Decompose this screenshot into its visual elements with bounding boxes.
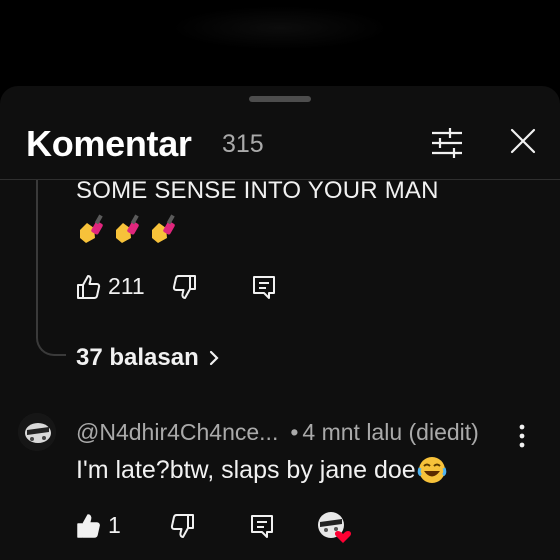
nail-polish-emoji-icon	[80, 214, 103, 243]
laughing-emoji-icon	[417, 457, 446, 483]
meta-separator: •	[290, 419, 299, 445]
comments-sheet: Komentar 315 SOME SENSE INTO YOUR MAN 21…	[0, 86, 560, 560]
comment-dislike-button[interactable]	[169, 513, 195, 539]
thumbs-up-icon	[77, 274, 101, 299]
close-icon[interactable]	[508, 126, 538, 156]
reply-dislike-button[interactable]	[171, 274, 197, 300]
more-options-icon[interactable]	[512, 422, 532, 450]
video-player-area	[0, 0, 560, 86]
creator-heart-icon	[318, 512, 352, 543]
reply-text: SOME SENSE INTO YOUR MAN	[76, 177, 439, 204]
comment-author[interactable]: @N4dhir4Ch4nce...	[76, 419, 278, 445]
view-replies-link[interactable]: 37 balasan	[76, 344, 221, 372]
comment-body: I'm late?btw, slaps by jane doe	[76, 455, 416, 484]
nail-polish-emoji-icon	[116, 214, 139, 243]
thumbs-up-filled-icon	[77, 513, 100, 538]
comment-like-button[interactable]: 1	[76, 512, 121, 539]
filter-icon[interactable]	[430, 126, 464, 160]
drag-handle[interactable]	[249, 96, 311, 102]
comments-title: Komentar	[26, 123, 192, 164]
chevron-right-icon	[209, 350, 219, 366]
comment-text: I'm late?btw, slaps by jane doe	[76, 455, 447, 485]
comment-reply-button[interactable]	[249, 513, 275, 539]
comment-actions: 1	[76, 512, 275, 539]
reply-actions: 211	[76, 273, 277, 300]
view-replies-label: 37 balasan	[76, 344, 199, 371]
reply-emoji-row	[76, 214, 180, 248]
comment-like-count: 1	[108, 512, 121, 538]
comment-meta: @N4dhir4Ch4nce... • 4 mnt lalu (diedit)	[76, 419, 479, 446]
comment-time: 4 mnt lalu (diedit)	[302, 419, 479, 445]
thread-line	[36, 180, 66, 356]
video-frame	[170, 6, 390, 50]
reply-comment-button[interactable]	[251, 274, 277, 300]
avatar-image	[18, 413, 56, 451]
avatar[interactable]	[18, 413, 56, 451]
comments-count: 315	[222, 130, 264, 158]
reply-like-count: 211	[108, 273, 145, 299]
comments-header: Komentar 315	[0, 110, 560, 180]
nail-polish-emoji-icon	[152, 214, 175, 243]
reply-like-button[interactable]: 211	[76, 273, 145, 300]
